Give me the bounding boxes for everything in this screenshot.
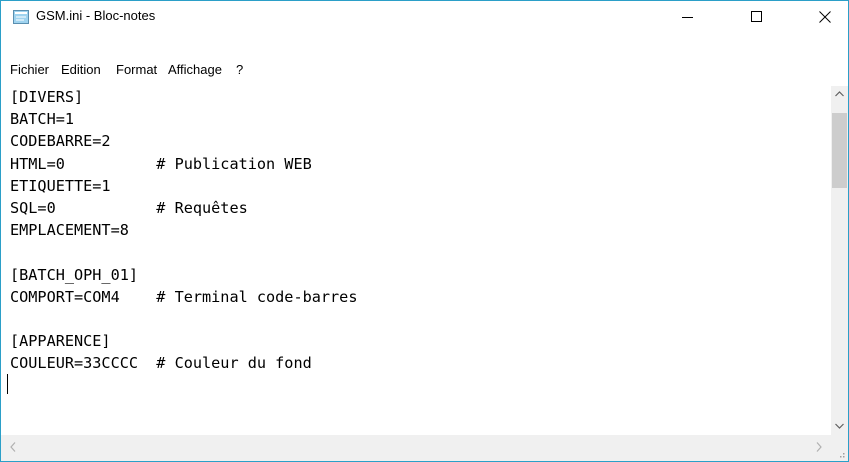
minimize-icon [682, 17, 693, 18]
scroll-down-icon[interactable] [835, 423, 844, 429]
code-line: BATCH=1 [10, 110, 75, 129]
menu-edition[interactable]: Edition [61, 62, 101, 77]
code-line: SQL=0 # Requêtes [10, 198, 248, 217]
code-line: HTML=0 # Publication WEB [10, 154, 312, 173]
resize-grip[interactable] [831, 435, 848, 461]
code-line: COULEUR=33CCCC # Couleur du fond [10, 354, 312, 373]
close-button[interactable] [802, 1, 848, 33]
minimize-button[interactable] [665, 1, 711, 33]
close-icon [819, 11, 831, 23]
menu-fichier[interactable]: Fichier [10, 62, 49, 77]
scroll-right-icon[interactable] [816, 442, 822, 452]
title-bar[interactable]: GSM.ini - Bloc-notes [1, 1, 848, 33]
vertical-scrollbar[interactable] [831, 86, 848, 435]
text-editor[interactable]: [DIVERS] BATCH=1 CODEBARRE=2 HTML=0 # Pu… [10, 86, 830, 434]
window-title: GSM.ini - Bloc-notes [36, 8, 156, 23]
code-line: [DIVERS] [10, 88, 84, 106]
scroll-up-icon[interactable] [835, 91, 844, 97]
notepad-icon [13, 10, 29, 24]
notepad-window: GSM.ini - Bloc-notes Fichier Edition For… [0, 0, 849, 462]
maximize-icon [751, 11, 762, 22]
code-line: EMPLACEMENT=8 [10, 221, 129, 240]
menu-help[interactable]: ? [236, 62, 243, 77]
menu-affichage[interactable]: Affichage [168, 62, 222, 77]
code-line: CODEBARRE=2 [10, 132, 111, 151]
menu-bar: Fichier Edition Format Affichage ? [1, 58, 848, 80]
text-caret [7, 374, 8, 394]
scroll-left-icon[interactable] [10, 442, 16, 452]
code-line: [APPARENCE] [10, 332, 111, 351]
code-line: [BATCH_OPH_01] [10, 265, 139, 284]
code-line: COMPORT=COM4 # Terminal code-barres [10, 287, 358, 306]
maximize-button[interactable] [734, 1, 780, 33]
vertical-scroll-thumb[interactable] [832, 113, 847, 188]
resize-grip-icon [840, 453, 845, 458]
code-line: ETIQUETTE=1 [10, 176, 111, 195]
menu-format[interactable]: Format [116, 62, 157, 77]
horizontal-scrollbar[interactable] [1, 435, 831, 461]
